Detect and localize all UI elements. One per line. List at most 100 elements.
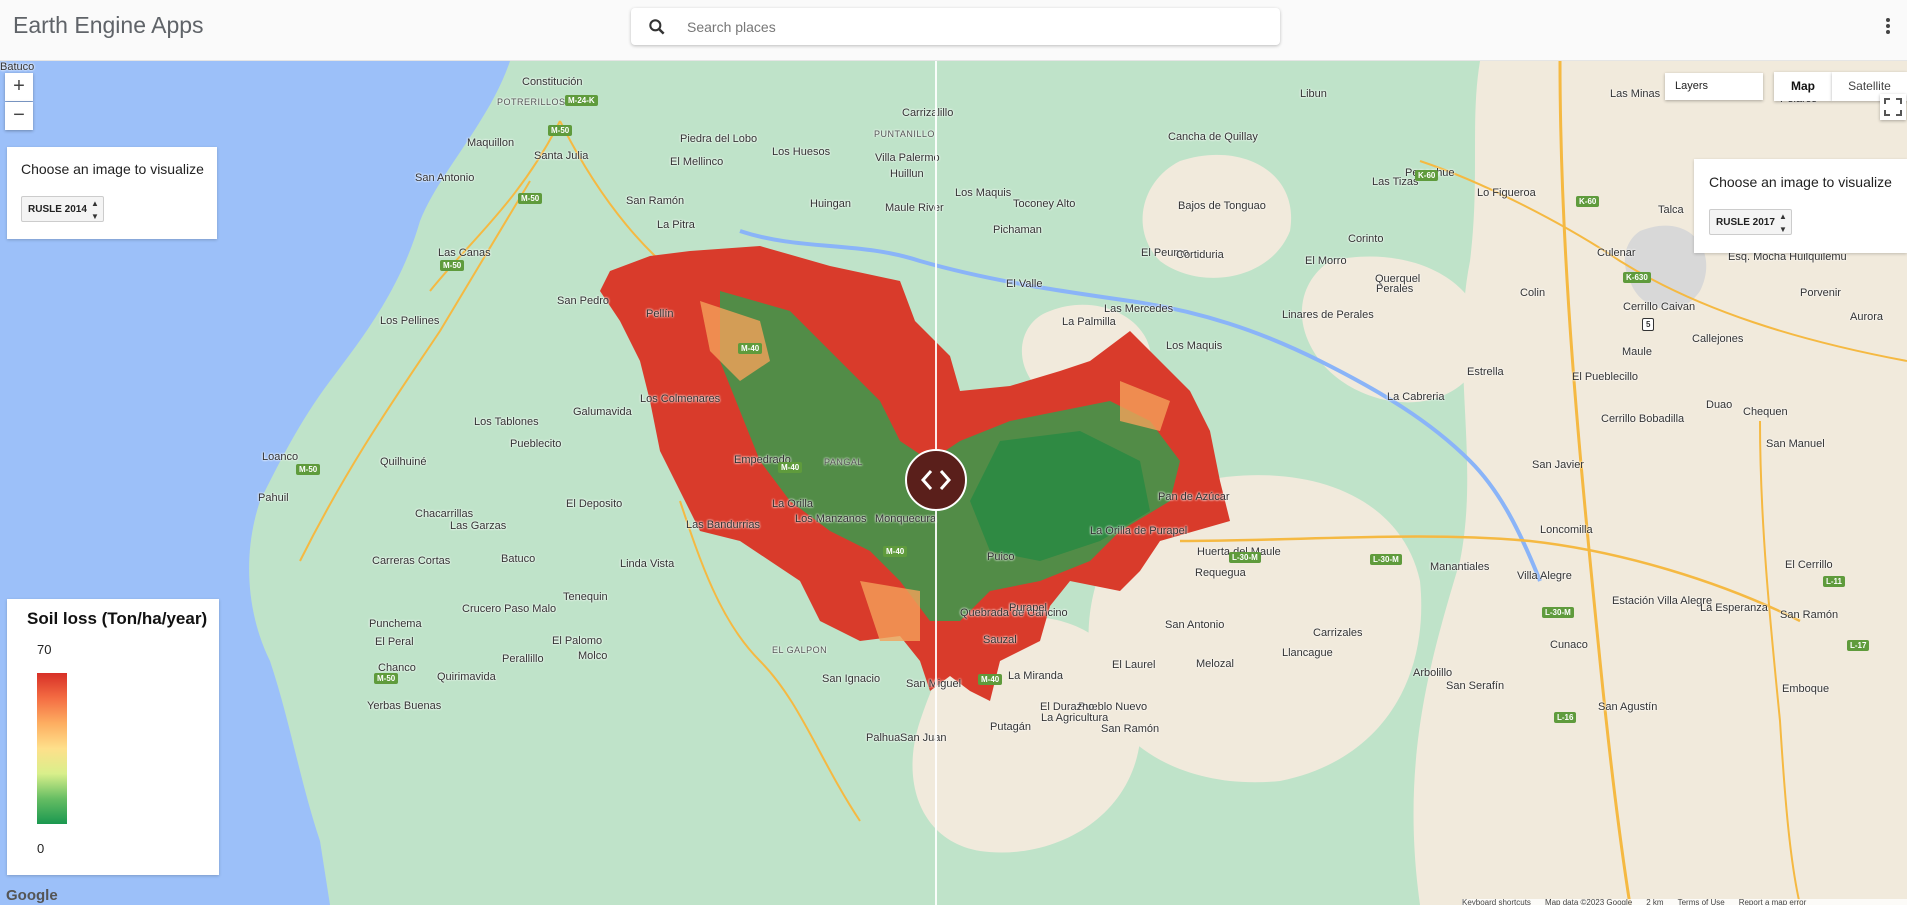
road-shield: K-630 xyxy=(1623,272,1651,283)
map-place-label: Las Bandurrias xyxy=(686,519,760,531)
map-place-label: Duao xyxy=(1706,399,1733,411)
road-shield: M-50 xyxy=(296,464,321,475)
map-place-label: Cerrillo Bobadilla xyxy=(1601,413,1685,425)
select-arrows-icon: ▲ ▼ xyxy=(91,199,99,221)
map-place-label: Maquillon xyxy=(467,137,515,149)
zoom-out-button[interactable]: − xyxy=(5,102,33,130)
map-place-label: Las Garzas xyxy=(450,520,507,532)
map-place-label: Lo Figueroa xyxy=(1477,187,1536,199)
map-place-label: Batuco xyxy=(0,61,35,73)
map-type-map[interactable]: Map xyxy=(1774,72,1832,101)
map-place-label: La Orilla xyxy=(772,498,813,510)
map-place-label: Loncomilla xyxy=(1540,524,1593,536)
map-place-label: Quilhuiné xyxy=(380,456,427,468)
right-panel-title: Choose an image to visualize xyxy=(1709,174,1892,190)
road-shield: 5 xyxy=(1642,318,1655,331)
map-place-label: San Pedro xyxy=(557,295,609,307)
attribution-item[interactable]: 2 km xyxy=(1646,899,1663,905)
left-image-select[interactable]: RUSLE 2014 ▲ ▼ xyxy=(21,196,104,222)
road-shield: K-60 xyxy=(1415,170,1439,181)
map-place-label: Estrella xyxy=(1467,366,1504,378)
right-image-select[interactable]: RUSLE 2017 ▲ ▼ xyxy=(1709,209,1792,235)
map-place-label: Colin xyxy=(1520,287,1546,299)
road-shield: M-40 xyxy=(883,546,908,557)
map-place-label: Maule xyxy=(1622,346,1652,358)
map-place-label: El Mellinco xyxy=(670,156,724,168)
road-shield: M-40 xyxy=(738,343,763,354)
search-box[interactable] xyxy=(631,8,1280,45)
map-place-label: Los Huesos xyxy=(772,146,831,158)
road-shield: L-16 xyxy=(1554,712,1577,723)
map-place-label: La Esperanza xyxy=(1700,602,1768,614)
map-place-label: Putagán xyxy=(990,721,1031,733)
search-icon[interactable] xyxy=(647,17,667,37)
legend-title: Soil loss (Ton/ha/year) xyxy=(27,609,208,628)
map-place-label: Requegua xyxy=(1195,567,1246,579)
map-place-label: San Miguel xyxy=(906,678,962,690)
map-place-label: Linares de Perales xyxy=(1282,309,1374,321)
attribution-item[interactable]: Keyboard shortcuts xyxy=(1462,899,1531,905)
map-place-label: El Laurel xyxy=(1112,659,1156,671)
map-place-label: San Juan xyxy=(900,732,947,744)
map-place-label: Corinto xyxy=(1348,233,1384,245)
map-place-label: EL GALPON xyxy=(772,645,828,655)
map-place-label: San Ignacio xyxy=(822,673,881,685)
map-place-label: Callejones xyxy=(1692,333,1744,345)
map-view[interactable]: Constitución POTRERILLOS Maquillon Santa Ju… xyxy=(0,61,1907,905)
map-place-label: San Antonio xyxy=(1165,619,1225,631)
road-shield: K-60 xyxy=(1576,196,1600,207)
map-place-label: El Peral xyxy=(375,636,414,648)
map-place-label: San Ramón xyxy=(1101,723,1160,735)
map-place-label: Villa Palermo xyxy=(875,152,940,164)
google-logo: Google xyxy=(6,887,58,904)
map-place-label: POTRERILLOS xyxy=(497,97,566,107)
road-shield: M-50 xyxy=(440,260,465,271)
legend-panel: Soil loss (Ton/ha/year) 70 0 xyxy=(7,599,219,875)
attribution-item[interactable]: Report a map error xyxy=(1739,899,1807,905)
map-place-label: El Cerrillo xyxy=(1785,559,1833,571)
legend-max: 70 xyxy=(37,642,52,657)
road-shield: M-40 xyxy=(978,674,1003,685)
map-place-label: Pellín xyxy=(646,308,674,320)
road-shield: L-30-M xyxy=(1542,607,1574,618)
map-place-label: Sauzal xyxy=(983,634,1017,646)
legend-min: 0 xyxy=(37,841,45,856)
map-place-label: La Agricultura xyxy=(1041,712,1109,724)
map-place-label: Pahuil xyxy=(258,492,289,504)
map-place-label: PANGAL xyxy=(824,457,863,467)
map-place-label: Manantiales xyxy=(1430,561,1490,573)
map-place-label: Purapel xyxy=(1009,602,1047,614)
map-place-label: Piedra del Lobo xyxy=(680,133,758,145)
map-place-label: Llancague xyxy=(1282,647,1333,659)
map-place-label: Cunaco xyxy=(1550,639,1588,651)
map-place-label: San Serafín xyxy=(1446,680,1505,692)
map-place-label: Emboque xyxy=(1782,683,1830,695)
map-place-label: Los Maquis xyxy=(955,187,1012,199)
map-place-label: Toconey Alto xyxy=(1013,198,1076,210)
map-place-label: Puico xyxy=(987,551,1015,563)
map-place-label: San Antonio xyxy=(415,172,475,184)
road-shield: M-40 xyxy=(778,462,803,473)
map-place-label: Carrizales xyxy=(1313,627,1363,639)
road-shield: M-50 xyxy=(548,125,573,136)
zoom-in-button[interactable]: + xyxy=(5,73,33,101)
search-input[interactable] xyxy=(685,15,1249,39)
fullscreen-icon[interactable] xyxy=(1880,94,1906,120)
map-place-label: La Cabreria xyxy=(1387,391,1445,403)
app-header: Earth Engine Apps xyxy=(0,0,1907,61)
attribution-item[interactable]: Map data ©2023 Google xyxy=(1545,899,1632,905)
map-place-label: Constitución xyxy=(522,76,583,88)
road-shield: L-17 xyxy=(1847,640,1870,651)
map-place-label: Libun xyxy=(1300,88,1327,100)
map-place-label: Punchema xyxy=(369,618,422,630)
map-place-label: Melozal xyxy=(1196,658,1234,670)
more-menu-icon[interactable] xyxy=(1882,16,1894,38)
map-place-label: Yerbas Buenas xyxy=(367,700,442,712)
attribution-item[interactable]: Terms of Use xyxy=(1678,899,1725,905)
map-place-label: Cerrillo Caivan xyxy=(1623,301,1696,313)
map-place-label: Cancha de Quillay xyxy=(1168,131,1258,143)
split-handle[interactable] xyxy=(905,449,967,511)
map-place-label: San Ramón xyxy=(1780,609,1839,621)
map-place-label: Porvenir xyxy=(1800,287,1841,299)
layers-button[interactable]: Layers xyxy=(1665,73,1763,100)
